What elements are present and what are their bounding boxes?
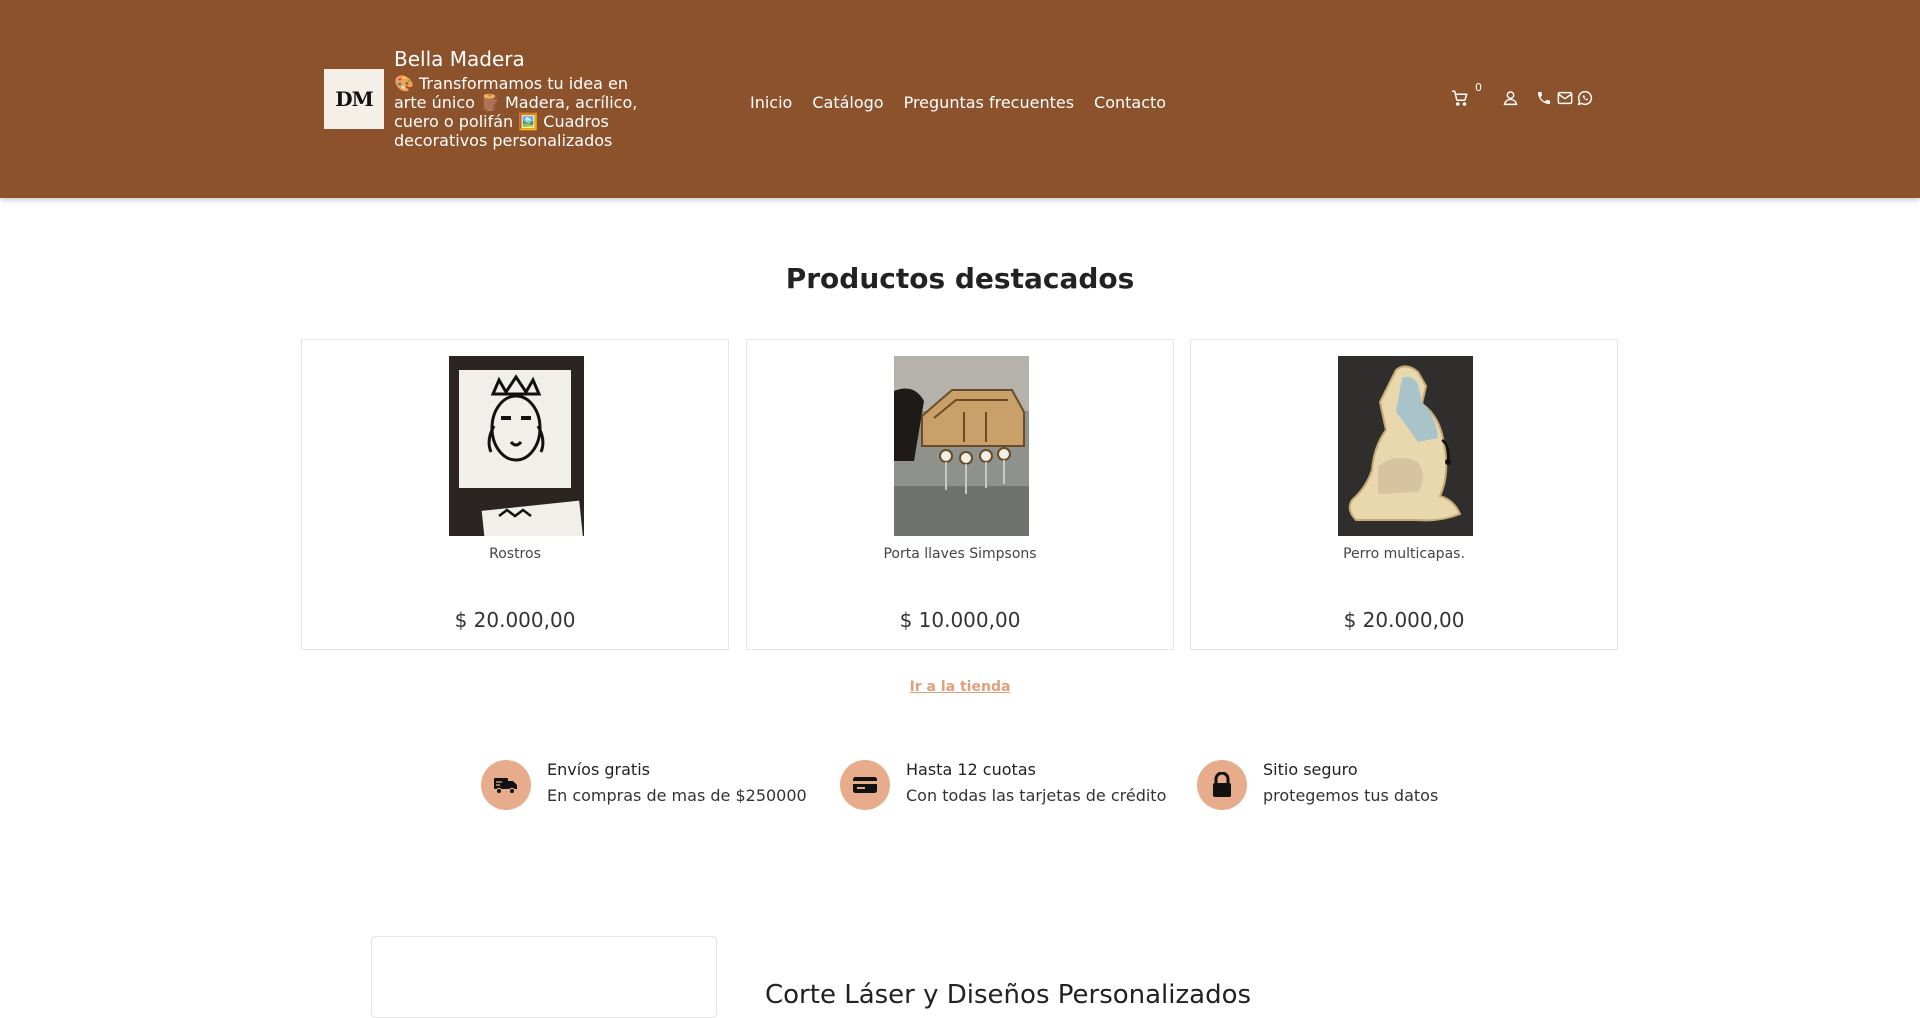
feature-title: Envíos gratis (547, 760, 650, 779)
product-image-rostros[interactable] (449, 356, 584, 536)
nav-link-preguntas-frecuentes[interactable]: Preguntas frecuentes (904, 93, 1074, 112)
product-card[interactable]: Porta llaves Simpsons $ 10.000,00 (746, 339, 1174, 650)
product-name[interactable]: Perro multicapas. (1191, 546, 1617, 562)
nav-link-contacto[interactable]: Contacto (1094, 93, 1166, 112)
section-heading: Corte Láser y Diseños Personalizados (765, 980, 1252, 1010)
mail-icon[interactable] (1557, 91, 1573, 105)
product-card[interactable]: Perro multicapas. $ 20.000,00 (1190, 339, 1618, 650)
user-icon[interactable] (1502, 89, 1519, 107)
phone-icon[interactable] (1536, 90, 1552, 106)
product-card[interactable]: Rostros $ 20.000,00 (301, 339, 729, 650)
cart-icon[interactable] (1451, 89, 1469, 107)
brand-tagline: 🎨 Transformamos tu idea en arte único 🪵 … (394, 74, 638, 150)
feature-subtitle: En compras de mas de $250000 (547, 786, 807, 805)
product-price: $ 10.000,00 (899, 608, 1021, 632)
bottom-image-card (371, 936, 717, 1018)
cart-count-badge: 0 (1475, 81, 1482, 94)
product-price: $ 20.000,00 (454, 608, 576, 632)
truck-icon (481, 760, 531, 810)
main-nav: Inicio Catálogo Preguntas frecuentes Con… (750, 93, 1166, 112)
site-header: DM Bella Madera 🎨 Transformamos tu idea … (0, 0, 1920, 198)
brand-logo[interactable]: DM (324, 69, 384, 129)
nav-link-catalogo[interactable]: Catálogo (812, 93, 883, 112)
featured-products-title: Productos destacados (785, 262, 1135, 295)
product-name[interactable]: Porta llaves Simpsons (747, 546, 1173, 562)
nav-link-inicio[interactable]: Inicio (750, 93, 792, 112)
feature-title: Sitio seguro (1263, 760, 1358, 779)
whatsapp-icon[interactable] (1577, 90, 1593, 106)
go-to-store-link[interactable]: Ir a la tienda (0, 679, 1920, 695)
product-price: $ 20.000,00 (1343, 608, 1465, 632)
feature-subtitle: Con todas las tarjetas de crédito (906, 786, 1167, 805)
brand-name[interactable]: Bella Madera (394, 47, 525, 71)
product-name[interactable]: Rostros (302, 546, 728, 562)
lock-icon (1197, 760, 1247, 810)
credit-card-icon (840, 760, 890, 810)
product-image-perro-multicapas[interactable] (1338, 356, 1473, 536)
feature-title: Hasta 12 cuotas (906, 760, 1036, 779)
feature-subtitle: protegemos tus datos (1263, 786, 1439, 805)
product-image-porta-llaves-simpsons[interactable] (894, 356, 1029, 536)
